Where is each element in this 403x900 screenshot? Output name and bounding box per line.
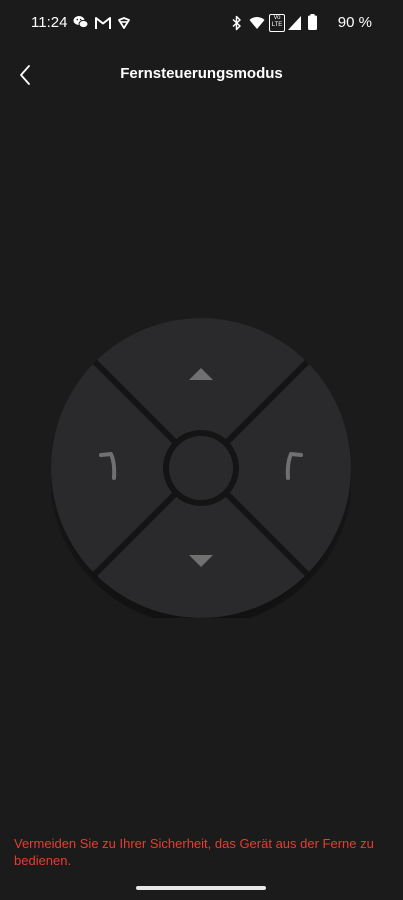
- status-system-icons: Vo LTE 90 %: [222, 13, 372, 33]
- status-bar: 11:24 Vo LTE 90 %: [0, 0, 403, 46]
- app-header: Fernsteuerungsmodus: [0, 56, 403, 94]
- volte-label-top: Vo: [273, 15, 281, 21]
- volte-label-bottom: LTE: [271, 22, 283, 28]
- page-title: Fernsteuerungsmodus: [120, 65, 283, 82]
- battery-percentage: 90 %: [337, 14, 372, 31]
- app-icon: [118, 17, 130, 29]
- battery-icon: [308, 14, 317, 30]
- remote-control-pad: [51, 318, 351, 618]
- volte-icon: Vo LTE: [269, 14, 285, 32]
- safety-warning: Vermeiden Sie zu Ihrer Sicherheit, das G…: [14, 836, 374, 868]
- status-time: 11:24: [31, 14, 68, 31]
- wechat-icon: [73, 16, 89, 29]
- bluetooth-icon: [232, 15, 241, 31]
- wifi-icon: [249, 17, 265, 29]
- remote-control-svg: [51, 318, 351, 618]
- signal-icon: [288, 16, 301, 30]
- gmail-icon: [95, 17, 111, 29]
- home-indicator[interactable]: [136, 886, 266, 890]
- center-button[interactable]: [169, 436, 233, 500]
